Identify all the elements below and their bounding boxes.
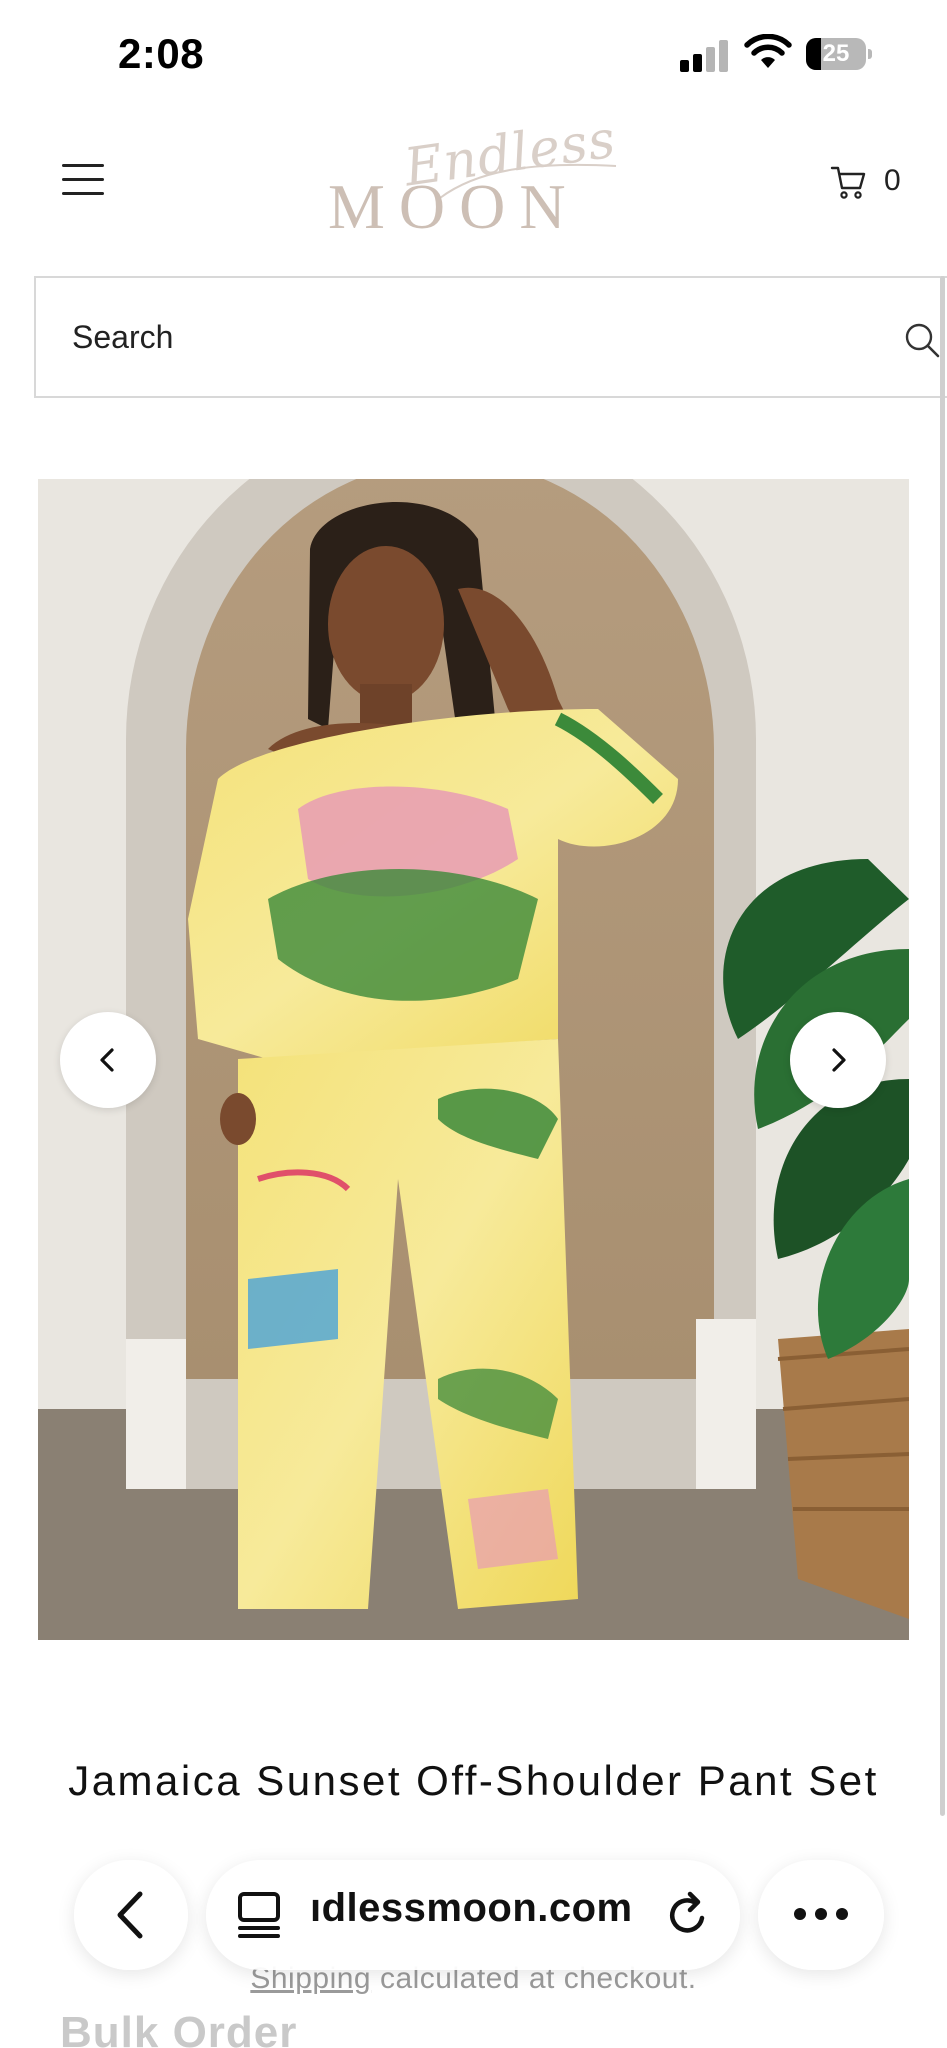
battery-percent: 25 (822, 40, 850, 67)
carousel-prev-button[interactable] (60, 1012, 156, 1108)
search-icon[interactable] (902, 320, 942, 360)
browser-toolbar: ıdlessmoon.com (0, 1848, 947, 1988)
reload-icon[interactable] (664, 1890, 712, 1940)
reader-mode-icon[interactable] (236, 1890, 284, 1940)
wifi-icon (744, 34, 792, 68)
browser-back-button[interactable] (74, 1860, 188, 1970)
cart-count: 0 (884, 164, 901, 197)
address-bar[interactable]: ıdlessmoon.com (206, 1860, 740, 1970)
cellular-signal-icon (680, 40, 732, 72)
more-dots-icon (794, 1908, 848, 1920)
bulk-order-heading: Bulk Order (60, 2008, 298, 2048)
product-image[interactable] (38, 479, 909, 1640)
search-bar (34, 276, 947, 398)
chevron-right-icon (832, 1048, 846, 1072)
status-time: 2:08 (118, 30, 205, 77)
cart-button[interactable]: 0 (830, 160, 930, 204)
hamburger-menu-icon[interactable] (62, 162, 108, 198)
battery-icon: 25 (806, 38, 872, 70)
status-bar: 2:08 25 (0, 0, 947, 110)
product-photo (38, 479, 909, 1640)
search-input[interactable] (72, 278, 852, 396)
browser-more-button[interactable] (758, 1860, 884, 1970)
back-arrow-icon (117, 1891, 143, 1939)
logo-main-text: MOON (328, 171, 580, 242)
site-header: Endless MOON 0 (0, 110, 947, 270)
url-text: ıdlessmoon.com (310, 1886, 633, 1930)
product-title: Jamaica Sunset Off-Shoulder Pant Set (68, 1757, 879, 1804)
site-logo[interactable]: Endless MOON (320, 110, 620, 242)
carousel-next-button[interactable] (790, 1012, 886, 1108)
chevron-left-icon (100, 1048, 114, 1072)
cart-icon (830, 166, 866, 199)
page-scrollbar[interactable] (940, 276, 945, 1816)
